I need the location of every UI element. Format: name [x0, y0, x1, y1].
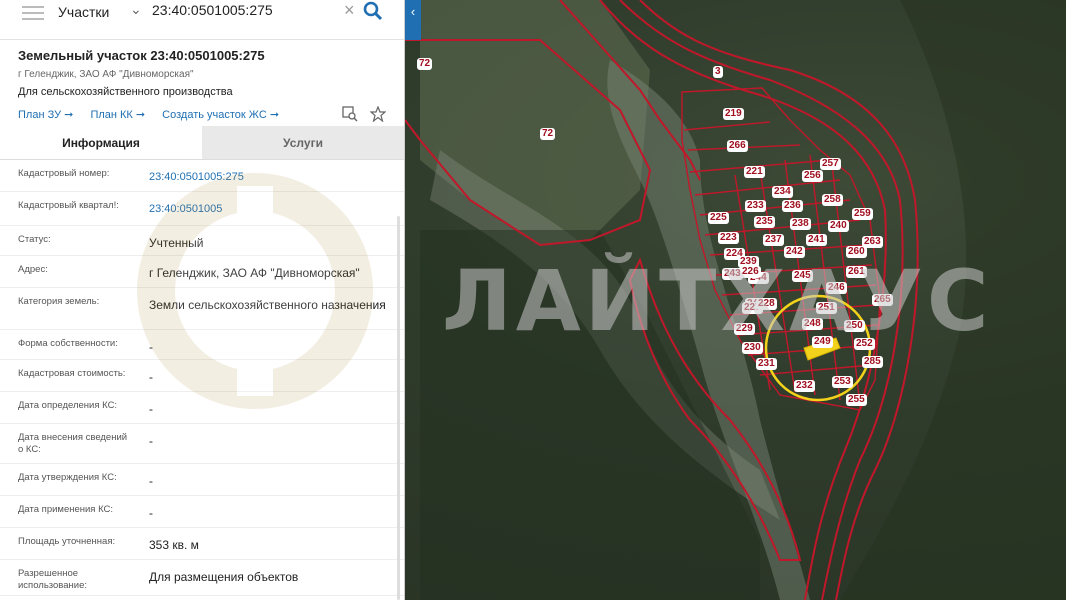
info-value-link[interactable]: 23:40:0501005:275 — [130, 168, 404, 191]
info-label: Разрешенное использование: — [18, 568, 88, 591]
watermark: ЛАЙТХАУС — [442, 252, 993, 350]
parcel-label[interactable]: 237 — [763, 234, 784, 246]
parcel-label[interactable]: 234 — [772, 186, 793, 198]
info-value: - — [149, 474, 153, 488]
parcel-label[interactable]: 221 — [744, 166, 765, 178]
close-icon[interactable]: × — [344, 0, 355, 21]
info-value-link[interactable]: 23:40:0501005 — [130, 200, 404, 225]
parcel-label[interactable]: 285 — [862, 356, 883, 368]
star-icon[interactable] — [369, 105, 387, 123]
object-header: Земельный участок 23:40:0501005:275 г Ге… — [0, 40, 404, 126]
object-purpose: Для сельскохозяйственного производства — [18, 86, 233, 98]
parcel-label[interactable]: 240 — [828, 220, 849, 232]
info-label: Кадастровая стоимость: — [18, 368, 126, 379]
info-row: Статус: Учтенный — [0, 226, 404, 256]
info-value: - — [149, 506, 153, 520]
parcel-label[interactable]: 258 — [822, 194, 843, 206]
header-actions — [334, 105, 387, 127]
tabs: Информация Услуги — [0, 126, 404, 160]
link-create-zs[interactable]: Создать участок ЖС ➞ — [162, 109, 279, 121]
info-label: Кадастровый номер: — [18, 168, 110, 179]
info-label: Площадь уточненная: — [18, 536, 116, 547]
map-search-icon[interactable] — [341, 106, 358, 122]
parcel-label[interactable]: 266 — [727, 140, 748, 152]
info-panel: Участки ⌄ × Земельный участок 23:40:0501… — [0, 0, 405, 600]
info-row: Площадь уточненная: 353 кв. м — [0, 528, 404, 560]
parcel-label[interactable]: 232 — [794, 380, 815, 392]
link-plan-zu[interactable]: План ЗУ ➞ — [18, 109, 73, 121]
parcel-label[interactable]: 263 — [862, 236, 883, 248]
info-label: Дата определения КС: — [18, 400, 118, 411]
parcel-label[interactable]: 257 — [820, 158, 841, 170]
parcel-label[interactable]: 256 — [802, 170, 823, 182]
search-bar: Участки ⌄ × — [0, 0, 404, 40]
parcel-label[interactable]: 219 — [723, 108, 744, 120]
parcel-label[interactable]: 236 — [782, 200, 803, 212]
info-row: Кадастровая стоимость: - — [0, 360, 404, 392]
info-row: Кадастровый номер: 23:40:0501005:275 — [0, 160, 404, 192]
info-row: Кадастровый квартал!: 23:40:0501005 — [0, 192, 404, 226]
info-value: 353 кв. м — [149, 538, 199, 552]
info-value: - — [149, 434, 153, 448]
tab-services[interactable]: Услуги — [202, 126, 404, 159]
info-value: Учтенный — [149, 236, 204, 250]
parcel-label[interactable]: 231 — [756, 358, 777, 370]
search-input[interactable] — [152, 2, 337, 18]
info-label: Статус: — [18, 234, 51, 245]
info-value: г Геленджик, ЗАО АФ "Дивноморская" — [149, 266, 360, 280]
category-select[interactable]: Участки — [58, 4, 109, 20]
parcel-label[interactable]: 238 — [790, 218, 811, 230]
info-value: - — [149, 370, 153, 384]
info-label: Дата применения КС: — [18, 504, 114, 515]
info-value: - — [149, 402, 153, 416]
collapse-panel-button[interactable]: ‹ — [405, 0, 421, 40]
chevron-down-icon[interactable]: ⌄ — [130, 1, 142, 18]
tab-info[interactable]: Информация — [0, 126, 202, 159]
object-title: Земельный участок 23:40:0501005:275 — [18, 48, 265, 63]
parcel-label[interactable]: 223 — [718, 232, 739, 244]
info-row: Разрешенное использование: Для размещения… — [0, 560, 404, 596]
menu-icon[interactable] — [22, 6, 44, 22]
info-label: Дата внесения сведений о КС: — [18, 432, 128, 455]
search-icon[interactable] — [362, 0, 384, 22]
object-links: План ЗУ ➞ План КК ➞ Создать участок ЖС ➞ — [18, 108, 293, 121]
info-row: Дата определения КС: - — [0, 392, 404, 424]
parcel-label[interactable]: 225 — [708, 212, 729, 224]
info-label: Форма собственности: — [18, 338, 118, 349]
parcel-label[interactable]: 72 — [540, 128, 556, 140]
info-value: Земли сельскохозяйственного назначения — [149, 298, 386, 312]
info-table: Кадастровый номер: 23:40:0501005:275 Кадас… — [0, 160, 404, 596]
info-label: Категория земель: — [18, 296, 100, 307]
info-row: Дата применения КС: - — [0, 496, 404, 528]
parcel-label[interactable]: 72 — [417, 58, 433, 70]
parcel-label[interactable]: 233 — [745, 200, 766, 212]
link-plan-kk[interactable]: План КК ➞ — [90, 109, 145, 121]
info-label: Дата утверждения КС: — [18, 472, 117, 483]
info-label: Кадастровый квартал!: — [18, 200, 119, 211]
info-row: Форма собственности: - — [0, 330, 404, 360]
object-location: г Геленджик, ЗАО АФ "Дивноморская" — [18, 69, 194, 80]
parcel-label[interactable]: 3 — [713, 66, 723, 78]
info-row: Категория земель: Земли сельскохозяйствен… — [0, 288, 404, 330]
parcel-label[interactable]: 259 — [852, 208, 873, 220]
parcel-label[interactable]: 255 — [846, 394, 867, 406]
scrollbar[interactable] — [397, 216, 400, 600]
info-row: Адрес: г Геленджик, ЗАО АФ "Дивноморская" — [0, 256, 404, 288]
info-label: Адрес: — [18, 264, 48, 275]
parcel-label[interactable]: 253 — [832, 376, 853, 388]
parcel-label[interactable]: 235 — [754, 216, 775, 228]
info-row: Дата утверждения КС: - — [0, 464, 404, 496]
info-value: - — [149, 340, 153, 354]
parcel-label[interactable]: 241 — [806, 234, 827, 246]
info-value: Для размещения объектов — [149, 570, 299, 584]
info-row: Дата внесения сведений о КС: - — [0, 424, 404, 464]
